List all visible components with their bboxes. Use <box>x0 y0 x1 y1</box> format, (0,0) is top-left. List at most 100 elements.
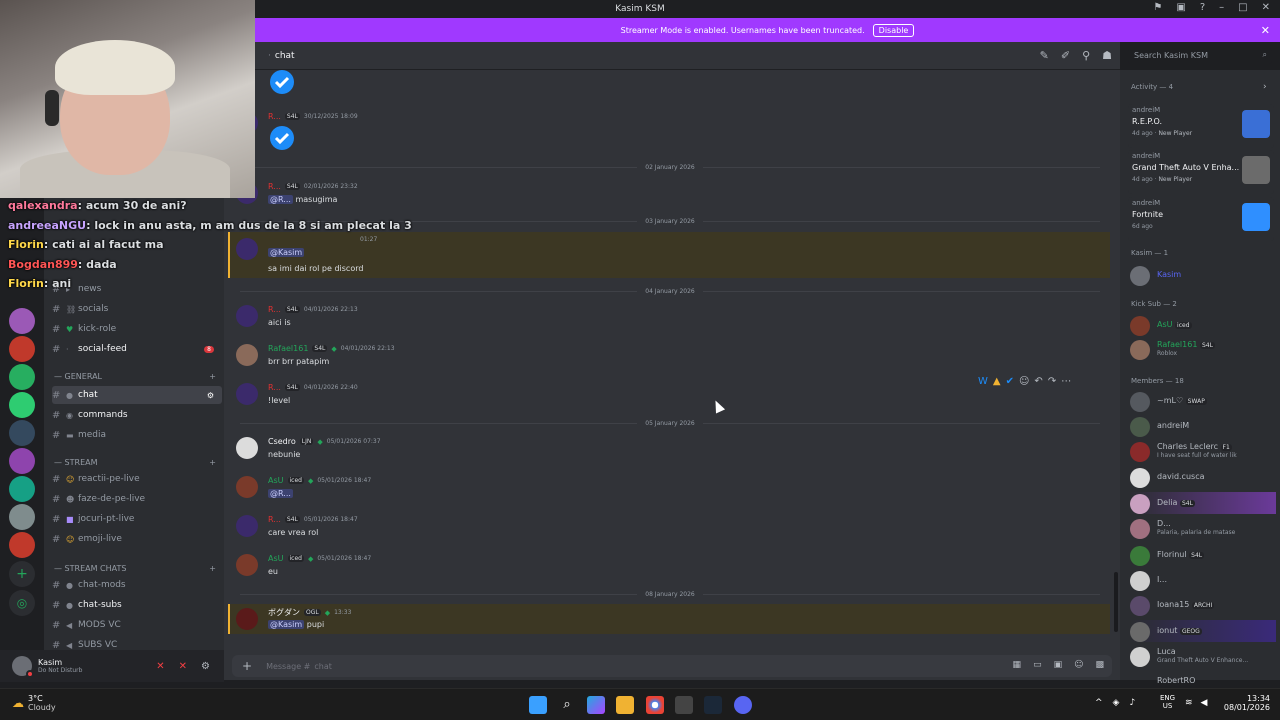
channel-reactii-pe-live[interactable]: # ☺ reactii-pe-live <box>52 470 222 488</box>
user-mention[interactable]: @R... <box>268 489 293 498</box>
maximize-icon[interactable]: □ <box>1238 2 1247 13</box>
server-icon[interactable] <box>9 504 35 530</box>
message[interactable]: R... S4L 04/01/2026 22:13 aici is <box>232 303 1112 333</box>
highlighted-message[interactable]: ボグダン OGL ◆ 13:33 @Kasim pupi <box>228 604 1110 634</box>
steam-icon[interactable] <box>704 696 722 714</box>
message[interactable]: R... S4L 30/12/2025 18:09 <box>232 110 1112 154</box>
copilot-icon[interactable] <box>587 696 605 714</box>
chrome-icon[interactable] <box>646 696 664 714</box>
add-channel-icon[interactable]: + <box>209 564 216 573</box>
server-icon[interactable] <box>9 532 35 558</box>
channel-chat-mods[interactable]: # ● chat-mods <box>52 576 222 594</box>
start-icon[interactable] <box>529 696 547 714</box>
member-item[interactable]: ~mL♡ SWAP <box>1130 390 1276 412</box>
sticker-icon[interactable]: ▣ <box>1054 660 1063 670</box>
help-icon[interactable]: ? <box>1200 2 1205 13</box>
server-icon[interactable] <box>9 336 35 362</box>
user-mention[interactable]: @Kasim <box>268 620 305 629</box>
weather-widget[interactable]: ☁ 3°C Cloudy <box>12 694 56 712</box>
mic-icon[interactable]: ♪ <box>1129 698 1135 708</box>
member-item[interactable]: D... Palaria, palaria de matase <box>1130 517 1276 539</box>
settings-icon[interactable]: ⚙ <box>207 391 214 400</box>
channel-mods-vc[interactable]: # ◀ MODS VC <box>52 616 222 634</box>
discord-icon[interactable] <box>734 696 752 714</box>
thumbs-up-icon[interactable]: ▲ <box>993 376 1001 387</box>
gif-icon[interactable]: ▭ <box>1033 660 1042 670</box>
close-icon[interactable]: ✕ <box>1262 2 1270 13</box>
message-author[interactable]: R... <box>268 515 281 524</box>
channel-chat-subs[interactable]: # ● chat-subs <box>52 596 222 614</box>
apps-icon[interactable]: ▩ <box>1095 660 1104 670</box>
member-item[interactable]: Kasim <box>1130 264 1276 286</box>
member-item[interactable]: david.cusca <box>1130 466 1276 488</box>
reply-icon[interactable]: ↶ <box>1034 376 1042 387</box>
server-icon[interactable] <box>9 476 35 502</box>
message-author[interactable]: AsU <box>268 554 284 563</box>
member-item[interactable]: Ioana15 ARCHI <box>1130 594 1276 616</box>
notification-icon[interactable]: ✐ <box>1061 49 1070 62</box>
add-channel-icon[interactable]: + <box>209 458 216 467</box>
message-author[interactable]: R... <box>268 112 281 121</box>
message-author[interactable]: R... <box>268 305 281 314</box>
verified-reaction-icon[interactable]: ✔ <box>1006 376 1014 387</box>
message[interactable]: Csedro LJN ◆ 05/01/2026 07:37 nebunie <box>232 435 1112 465</box>
channel-faze-de-pe-live[interactable]: # ☻ faze-de-pe-live <box>52 490 222 508</box>
channel-kick-role[interactable]: # ♥ kick-role <box>52 320 222 338</box>
message[interactable]: AsU iced ◆ 05/01/2026 18:47 @R... <box>232 474 1112 504</box>
activity-card[interactable]: andreiM Grand Theft Auto V Enha... 4d ag… <box>1128 150 1274 194</box>
channel-media[interactable]: # ▬ media <box>52 426 222 444</box>
members-icon[interactable]: ☗ <box>1102 49 1112 62</box>
member-item[interactable]: ionut GEOG <box>1130 620 1276 642</box>
channel-emoji-live[interactable]: # ☺ emoji-live <box>52 530 222 548</box>
forward-icon[interactable]: ↷ <box>1048 376 1056 387</box>
server-icon[interactable] <box>9 448 35 474</box>
activity-card[interactable]: andreiM R.E.P.O. 4d ago · New Player <box>1128 104 1274 148</box>
user-panel[interactable]: Kasim Do Not Disturb ✕ ✕ ⚙ <box>0 650 224 682</box>
channel-social-feed[interactable]: # · social-feed 8 <box>52 340 222 358</box>
message-author[interactable]: ボグダン <box>268 607 300 618</box>
message-author[interactable]: R... <box>268 383 281 392</box>
search-input[interactable]: Search Kasim KSM ⌕ <box>1128 48 1272 64</box>
add-reaction-icon[interactable]: ☺ <box>1019 376 1029 387</box>
member-item[interactable]: Florinul S4L <box>1130 544 1276 566</box>
wifi-icon[interactable]: ≋ <box>1185 698 1193 708</box>
emoji-icon[interactable]: ☺ <box>1074 660 1083 670</box>
reaction-w-icon[interactable]: W <box>978 376 988 387</box>
channel-commands[interactable]: # ◉ commands <box>52 406 222 424</box>
member-item[interactable]: Luca Grand Theft Auto V Enhance... <box>1130 645 1276 667</box>
message[interactable]: R... S4L 05/01/2026 18:47 care vrea rol <box>232 513 1112 543</box>
member-item[interactable]: I... <box>1130 569 1276 591</box>
inbox-icon[interactable]: ▣ <box>1176 2 1185 13</box>
pin-icon[interactable]: ⚲ <box>1082 49 1090 62</box>
server-icon[interactable] <box>9 392 35 418</box>
member-item[interactable]: Charles Leclerc F1 I have seat full of wa… <box>1130 440 1276 462</box>
chevron-up-icon[interactable]: ^ <box>1095 698 1103 708</box>
chevron-right-icon[interactable]: › <box>1263 82 1267 92</box>
member-item[interactable]: RobertRO <box>1130 672 1276 686</box>
scrollbar[interactable] <box>1114 572 1118 632</box>
volume-icon[interactable]: ◀ <box>1201 698 1208 708</box>
gift-icon[interactable]: ▦ <box>1013 660 1022 670</box>
network-icon[interactable]: ◈ <box>1113 698 1120 708</box>
category-general[interactable]: — GENERAL + <box>54 372 224 381</box>
disable-button[interactable]: Disable <box>872 23 915 37</box>
category-stream[interactable]: — STREAM + <box>54 458 224 467</box>
member-item[interactable]: andreiM <box>1130 415 1276 437</box>
clock[interactable]: 13:34 08/01/2026 <box>1218 694 1270 712</box>
file-explorer-icon[interactable] <box>616 696 634 714</box>
channel-jocuri-pt-live[interactable]: # ■ jocuri-pt-live <box>52 510 222 528</box>
deafen-icon[interactable]: ✕ <box>179 661 187 672</box>
mute-icon[interactable]: ✕ <box>156 661 164 672</box>
message-composer[interactable]: + Message # chat ▦ ▭ ▣ ☺ ▩ <box>232 655 1112 677</box>
attach-icon[interactable]: + <box>242 659 252 673</box>
server-icon[interactable] <box>9 420 35 446</box>
member-item[interactable]: Rafael161 S4L Roblox <box>1130 338 1276 360</box>
message-author[interactable]: Rafael161 <box>268 344 308 353</box>
more-icon[interactable]: ⋯ <box>1061 376 1071 387</box>
add-channel-icon[interactable]: + <box>209 372 216 381</box>
activity-card[interactable]: andreiM Fortnite 6d ago <box>1128 197 1274 241</box>
banner-close-icon[interactable]: ✕ <box>1261 24 1270 37</box>
threads-icon[interactable]: ✎ <box>1040 49 1049 62</box>
channel-socials[interactable]: # ⛓ socials <box>52 300 222 318</box>
member-item[interactable]: Delia S4L <box>1130 492 1276 514</box>
